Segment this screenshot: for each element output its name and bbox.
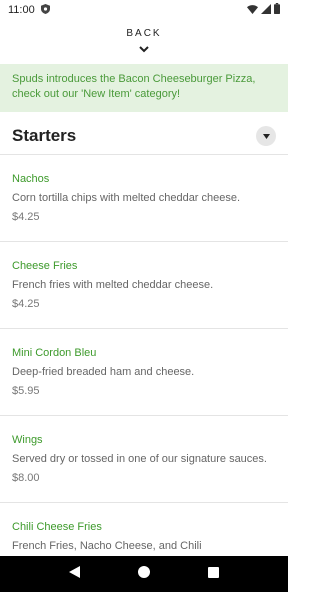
cell-signal-icon	[261, 3, 271, 17]
chevron-down-icon	[0, 40, 288, 58]
battery-icon	[274, 3, 280, 17]
item-price: $4.25	[12, 211, 40, 223]
divider	[0, 328, 288, 329]
menu-item-nachos[interactable]: Nachos Corn tortilla chips with melted c…	[12, 172, 276, 225]
wifi-icon	[247, 4, 258, 17]
menu-item-chili-cheese-fries[interactable]: Chili Cheese Fries French Fries, Nacho C…	[12, 520, 276, 554]
promo-banner-text: Spuds introduces the Bacon Cheeseburger …	[12, 73, 256, 100]
item-description: Corn tortilla chips with melted cheddar …	[12, 192, 241, 204]
section-collapse-button[interactable]	[256, 126, 276, 146]
item-description: Served dry or tossed in one of our signa…	[12, 453, 267, 465]
divider	[0, 154, 288, 155]
home-circle-icon[interactable]	[138, 565, 150, 583]
divider	[0, 502, 288, 503]
menu-item-mini-cordon-bleu[interactable]: Mini Cordon Bleu Deep-fried breaded ham …	[12, 346, 276, 399]
back-triangle-icon[interactable]	[69, 565, 80, 583]
section-header[interactable]: Starters	[0, 118, 288, 154]
item-name: Nachos	[12, 173, 50, 185]
item-name: Cheese Fries	[12, 260, 78, 272]
back-button[interactable]: BACK	[0, 26, 288, 56]
promo-banner[interactable]: Spuds introduces the Bacon Cheeseburger …	[0, 64, 288, 112]
menu-item-cheese-fries[interactable]: Cheese Fries French fries with melted ch…	[12, 259, 276, 312]
status-time: 11:00	[8, 4, 35, 16]
item-price: $4.25	[12, 298, 40, 310]
item-description: French Fries, Nacho Cheese, and Chili	[12, 540, 202, 552]
item-name: Chili Cheese Fries	[12, 521, 102, 533]
item-price: $5.95	[12, 385, 40, 397]
item-description: Deep-fried breaded ham and cheese.	[12, 366, 195, 378]
status-bar: 11:00	[0, 0, 288, 20]
item-name: Wings	[12, 434, 43, 446]
item-price: $8.00	[12, 472, 40, 484]
section-title: Starters	[12, 126, 77, 145]
divider	[0, 415, 288, 416]
back-label: BACK	[126, 28, 162, 39]
menu-item-wings[interactable]: Wings Served dry or tossed in one of our…	[12, 433, 276, 486]
item-name: Mini Cordon Bleu	[12, 347, 97, 359]
caret-down-icon	[262, 133, 270, 139]
item-description: French fries with melted cheddar cheese.	[12, 279, 214, 291]
shield-icon	[40, 3, 50, 17]
divider	[0, 241, 288, 242]
recents-square-icon[interactable]	[208, 565, 219, 583]
system-nav-bar	[0, 556, 288, 592]
